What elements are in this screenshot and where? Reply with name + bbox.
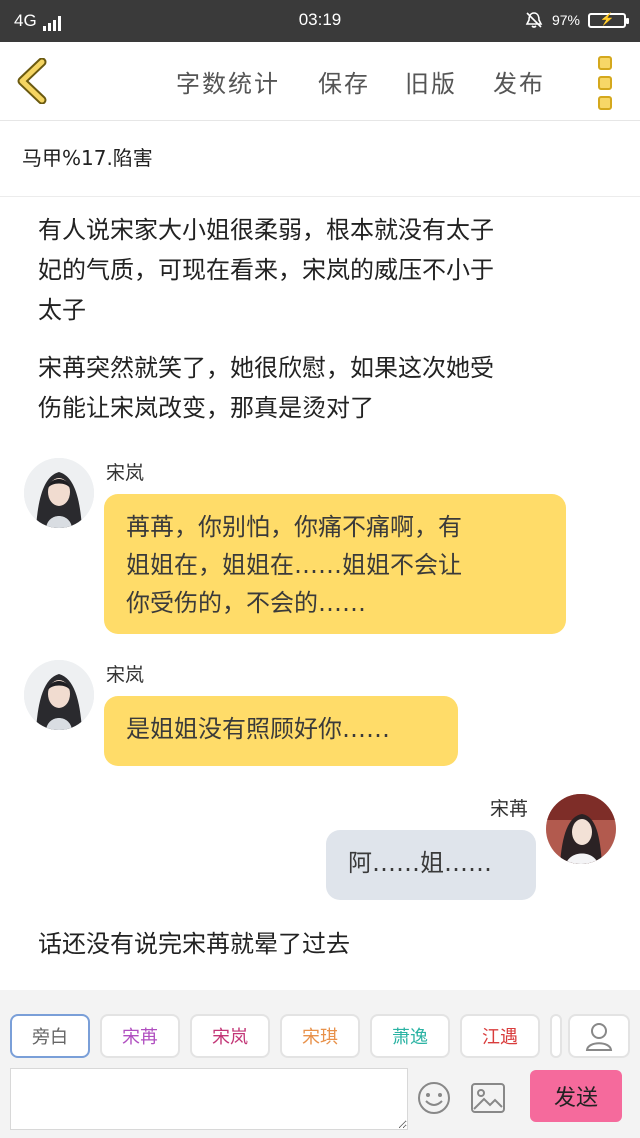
user-icon <box>585 1023 613 1051</box>
character-portrait <box>24 458 94 528</box>
save-button[interactable]: 保存 <box>318 64 370 99</box>
character-chip-more[interactable] <box>550 1014 562 1058</box>
bubble-line: 苒苒，你别怕，你痛不痛啊，有 <box>126 513 462 541</box>
character-selector: 旁白 宋苒 宋岚 宋琪 萧逸 江遇 <box>10 1014 562 1058</box>
character-portrait <box>546 794 616 864</box>
message-input[interactable] <box>10 1068 408 1130</box>
dialog-bubble[interactable]: 苒苒，你别怕，你痛不痛啊，有 姐姐在，姐姐在……姐姐不会让 你受伤的，不会的…… <box>104 494 566 634</box>
chapter-title[interactable]: 马甲%17.陷害 <box>22 142 153 171</box>
dialog-bubble[interactable]: 是姐姐没有照顾好你…… <box>104 696 458 766</box>
send-button[interactable]: 发送 <box>530 1070 622 1122</box>
narration-block: 宋苒突然就笑了，她很欣慰，如果这次她受 伤能让宋岚改变，那真是烫对了 <box>38 348 598 428</box>
alarm-off-icon <box>525 12 543 28</box>
back-icon[interactable] <box>14 58 54 104</box>
emoji-icon[interactable] <box>416 1080 452 1116</box>
status-bar: 4G 03:19 97% ⚡ <box>0 0 640 42</box>
bubble-line: 姐姐在，姐姐在……姐姐不会让 <box>126 551 462 579</box>
old-version-button[interactable]: 旧版 <box>405 64 457 99</box>
character-portrait <box>24 660 94 730</box>
send-label: 发送 <box>553 1086 598 1111</box>
avatar[interactable] <box>546 794 616 864</box>
character-chip-narrator[interactable]: 旁白 <box>10 1014 90 1058</box>
chip-label: 宋岚 <box>212 1027 248 1048</box>
dialog-bubble[interactable]: 阿……姐…… <box>326 830 536 900</box>
narration-line: 太子 <box>38 296 86 324</box>
narration-line: 妃的气质，可现在看来，宋岚的威压不小于 <box>38 256 494 284</box>
chip-label: 旁白 <box>32 1027 68 1048</box>
publish-button[interactable]: 发布 <box>493 64 545 99</box>
character-chip-jiangyu[interactable]: 江遇 <box>460 1014 540 1058</box>
avatar[interactable] <box>24 458 94 528</box>
narration-line: 宋苒突然就笑了，她很欣慰，如果这次她受 <box>38 354 494 382</box>
bubble-line: 你受伤的，不会的…… <box>126 589 366 617</box>
character-chip-songran[interactable]: 宋苒 <box>100 1014 180 1058</box>
bubble-text: 是姐姐没有照顾好你…… <box>126 715 390 743</box>
battery-icon: ⚡ <box>588 12 629 28</box>
narration-block: 有人说宋家大小姐很柔弱，根本就没有太子 妃的气质，可现在看来，宋岚的威压不小于 … <box>38 210 598 330</box>
speaker-name: 宋岚 <box>106 664 145 686</box>
character-chip-songqi[interactable]: 宋琪 <box>280 1014 360 1058</box>
image-icon[interactable] <box>470 1082 506 1114</box>
status-icons: 97% ⚡ <box>524 10 629 30</box>
speaker-name: 宋岚 <box>106 462 145 484</box>
narration-line: 有人说宋家大小姐很柔弱，根本就没有太子 <box>38 216 494 244</box>
add-character-button[interactable] <box>568 1014 630 1058</box>
chip-label: 宋琪 <box>302 1027 338 1048</box>
battery-percent: 97% <box>551 12 580 28</box>
speaker-name: 宋苒 <box>490 798 529 820</box>
narration-line: 话还没有说完宋苒就晕了过去 <box>38 930 350 958</box>
narration-line: 伤能让宋岚改变，那真是烫对了 <box>38 394 374 422</box>
chip-label: 江遇 <box>482 1027 518 1048</box>
word-count-button[interactable]: 字数统计 <box>176 64 280 99</box>
divider <box>0 196 640 197</box>
composer-panel: 旁白 宋苒 宋岚 宋琪 萧逸 江遇 发送 <box>0 990 640 1138</box>
editor-toolbar: 字数统计 保存 旧版 发布 <box>0 42 640 121</box>
character-chip-songlan[interactable]: 宋岚 <box>190 1014 270 1058</box>
chip-label: 萧逸 <box>392 1027 428 1048</box>
menu-icon[interactable] <box>598 56 614 116</box>
avatar[interactable] <box>24 660 94 730</box>
narration-block: 话还没有说完宋苒就晕了过去 <box>38 924 598 964</box>
character-chip-xiaoyi[interactable]: 萧逸 <box>370 1014 450 1058</box>
chip-label: 宋苒 <box>122 1027 158 1048</box>
bubble-text: 阿……姐…… <box>348 849 492 877</box>
